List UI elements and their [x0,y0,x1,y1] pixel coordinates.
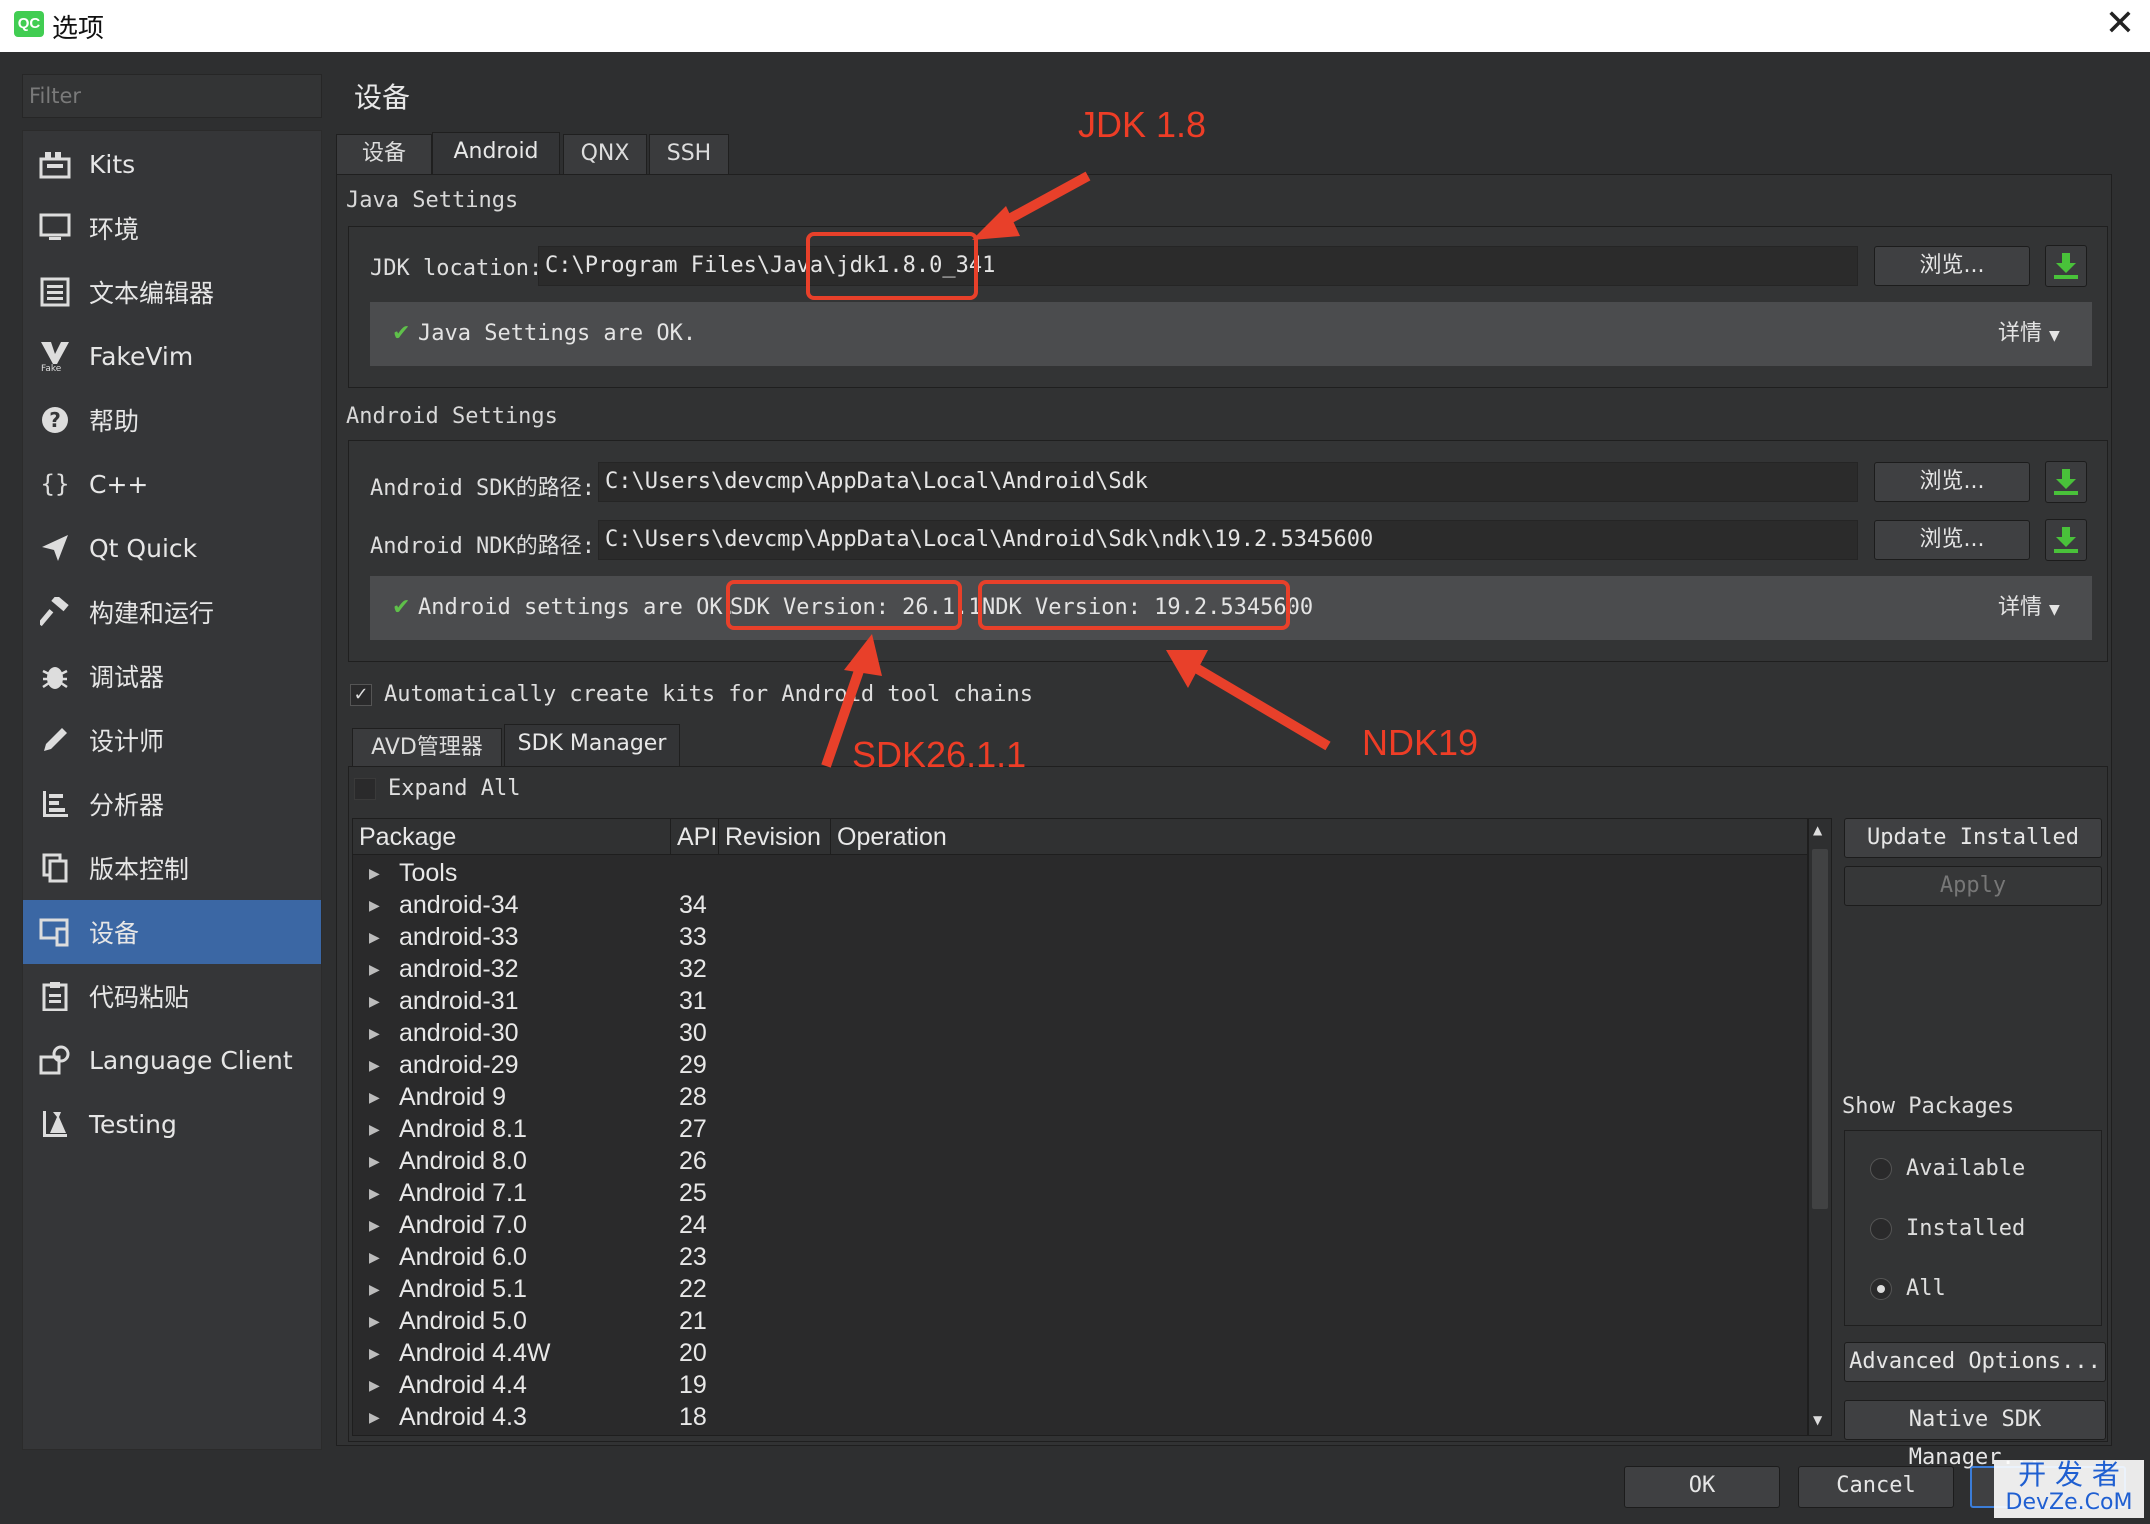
watermark: 开 发 者 DevZe.CoM [1994,1460,2144,1518]
watermark-line2: DevZe.CoM [2005,1490,2133,1515]
ndk-annotation-label: NDK19 [1362,722,1479,763]
jdk-annotation-label: JDK 1.8 [1078,104,1207,145]
annotation-arrows [821,171,1331,768]
sdk-annotation-label: SDK26.1.1 [852,734,1027,775]
watermark-line1: 开 发 者 [2018,1458,2120,1491]
